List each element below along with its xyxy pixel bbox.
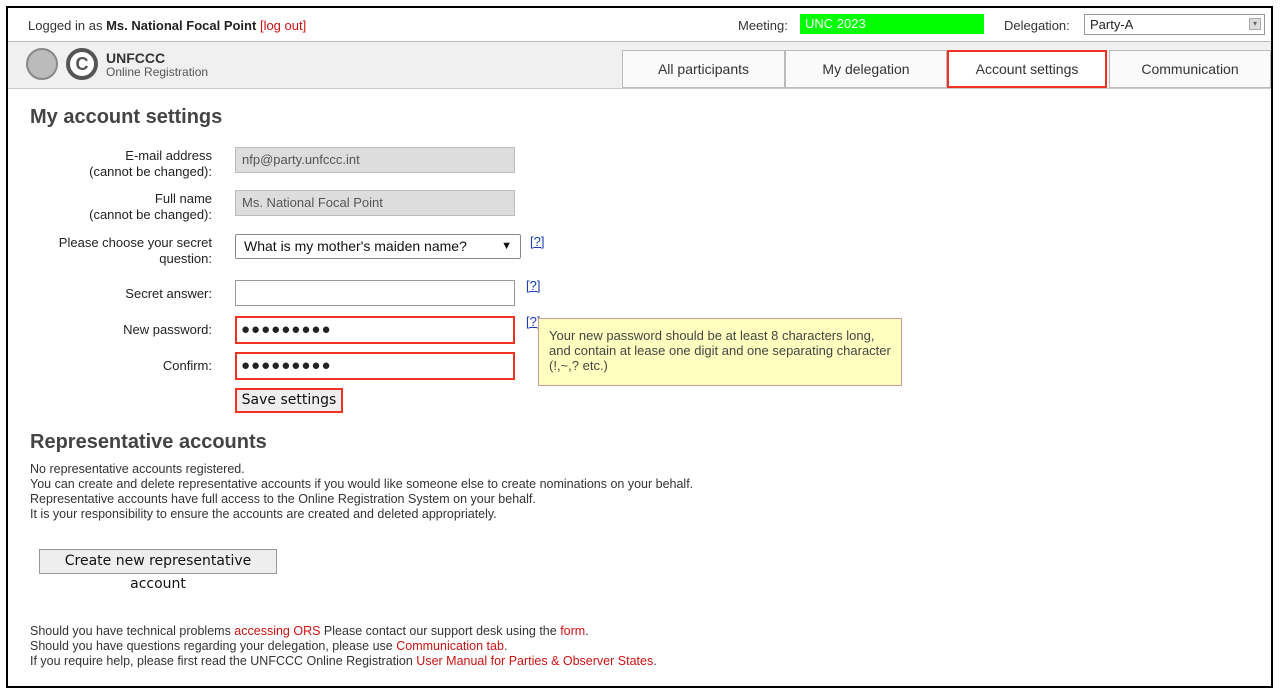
unfccc-emblem-icon: C [66, 48, 98, 80]
footer-line-delegation: Should you have questions regarding your… [30, 639, 507, 654]
communication-tab-link[interactable]: Communication tab [396, 639, 504, 653]
user-name: Ms. National Focal Point [106, 18, 257, 33]
secret-answer-input[interactable] [235, 280, 515, 306]
page-frame: Logged in as Ms. National Focal Point [l… [6, 6, 1273, 688]
tab-account-settings[interactable]: Account settings [947, 50, 1107, 88]
login-status: Logged in as Ms. National Focal Point [l… [28, 18, 306, 33]
representative-heading: Representative accounts [30, 431, 267, 453]
representative-text-line: It is your responsibility to ensure the … [30, 507, 497, 521]
tab-my-delegation[interactable]: My delegation [785, 50, 947, 88]
brand-subtitle: Online Registration [106, 65, 209, 79]
support-form-link[interactable]: form [560, 624, 585, 638]
accessing-ors-link[interactable]: accessing ORS [234, 624, 320, 638]
un-emblem-icon [26, 48, 58, 80]
full-name-label-line1: Full name [154, 191, 212, 206]
delegation-label: Delegation: [1004, 18, 1070, 33]
full-name-label: Full name (cannot be changed): [30, 191, 212, 223]
tab-communication[interactable]: Communication [1109, 50, 1271, 88]
login-prefix: Logged in as [28, 18, 103, 33]
email-label-line1: E-mail address [125, 148, 212, 163]
top-bar: Logged in as Ms. National Focal Point [l… [8, 8, 1271, 42]
delegation-select[interactable]: Party-A ▾ [1084, 14, 1265, 35]
meeting-label: Meeting: [738, 18, 788, 33]
secret-question-label-line2: question: [159, 251, 212, 266]
secret-answer-label: Secret answer: [125, 286, 212, 301]
footer-line-support: Should you have technical problems acces… [30, 624, 589, 639]
footer-line-help: If you require help, please first read t… [30, 654, 657, 669]
footer-text: . [503, 639, 508, 653]
dropdown-arrow-icon: ▾ [1249, 18, 1261, 30]
logout-link[interactable]: [log out] [260, 18, 306, 33]
create-representative-button[interactable]: Create new representative account [39, 549, 277, 592]
email-field: nfp@party.unfccc.int [235, 147, 515, 173]
secret-question-help-link[interactable]: [?] [530, 234, 544, 249]
nav-bar: C UNFCCC Online Registration All partici… [8, 42, 1271, 89]
footer-text: . [653, 654, 657, 668]
footer-text: Please contact our support desk using th… [320, 624, 561, 638]
brand-title: UNFCCC [106, 50, 166, 66]
secret-question-select[interactable]: What is my mother's maiden name? ▼ [235, 234, 521, 259]
save-settings-button[interactable]: Save settings [235, 388, 343, 413]
delegation-value: Party-A [1090, 17, 1134, 32]
confirm-password-label: Confirm: [162, 358, 212, 373]
email-label: E-mail address (cannot be changed): [30, 148, 212, 180]
footer-text: Should you have questions regarding your… [30, 639, 397, 653]
user-manual-link[interactable]: User Manual for Parties & Observer State… [416, 654, 653, 668]
chevron-down-icon: ▼ [501, 240, 512, 252]
email-label-line2: (cannot be changed): [89, 164, 212, 179]
secret-question-label-line1: Please choose your secret [58, 235, 212, 250]
meeting-value: UNC 2023 [800, 14, 984, 34]
full-name-label-line2: (cannot be changed): [89, 207, 212, 222]
secret-answer-help-link[interactable]: [?] [526, 278, 540, 293]
password-tooltip: Your new password should be at least 8 c… [538, 318, 902, 386]
secret-question-value: What is my mother's maiden name? [244, 238, 467, 254]
representative-text-line: Representative accounts have full access… [30, 492, 536, 506]
full-name-field: Ms. National Focal Point [235, 190, 515, 216]
footer-text: If you require help, please first read t… [30, 654, 417, 668]
secret-question-label: Please choose your secret question: [30, 235, 212, 267]
representative-text-line: No representative accounts registered. [30, 462, 245, 476]
new-password-label: New password: [123, 322, 212, 337]
tab-all-participants[interactable]: All participants [622, 50, 785, 88]
footer-text: Should you have technical problems [30, 624, 235, 638]
confirm-password-input[interactable]: ●●●●●●●●● [235, 352, 515, 380]
representative-text-line: You can create and delete representative… [30, 477, 694, 491]
footer-text: . [585, 624, 589, 638]
page-title: My account settings [30, 106, 223, 128]
new-password-input[interactable]: ●●●●●●●●● [235, 316, 515, 344]
